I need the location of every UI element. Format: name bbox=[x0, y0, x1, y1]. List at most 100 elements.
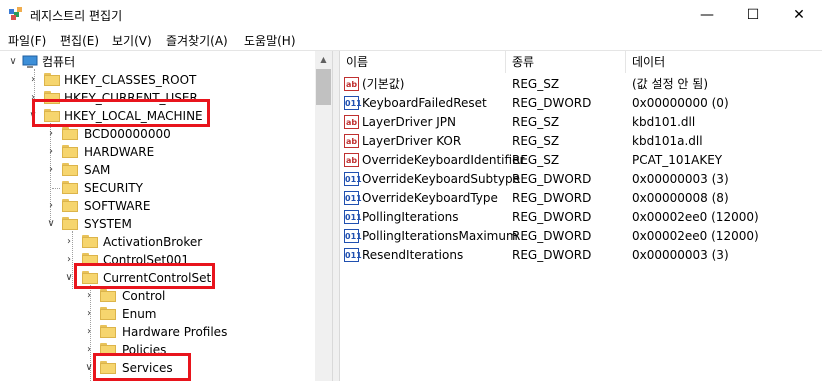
tree-line bbox=[52, 188, 60, 189]
folder-icon bbox=[62, 127, 78, 140]
column-header-name[interactable]: 이름 bbox=[340, 51, 506, 73]
tree-node-hardware[interactable]: › HARDWARE bbox=[0, 143, 300, 161]
tree-node-sam[interactable]: › SAM bbox=[0, 161, 300, 179]
value-data: (값 설정 안 됨) bbox=[632, 77, 709, 91]
value-type: REG_SZ bbox=[512, 115, 560, 129]
computer-icon bbox=[22, 55, 38, 68]
expand-icon[interactable]: › bbox=[46, 163, 56, 177]
string-value-icon: ab bbox=[344, 77, 359, 91]
binary-value-icon: 011 bbox=[344, 210, 362, 224]
tree-node-label: SOFTWARE bbox=[84, 199, 151, 213]
value-name: KeyboardFailedReset bbox=[362, 96, 487, 110]
expand-icon[interactable]: › bbox=[46, 145, 56, 159]
tree-node-hkey-classes-root[interactable]: › HKEY_CLASSES_ROOT bbox=[0, 71, 300, 89]
scroll-up-icon[interactable]: ▲ bbox=[315, 51, 332, 68]
value-data: 0x00002ee0 (12000) bbox=[632, 210, 759, 224]
folder-icon bbox=[100, 307, 116, 320]
value-row[interactable]: 011 PollingIterations REG_DWORD 0x00002e… bbox=[340, 208, 822, 227]
pane-splitter[interactable] bbox=[332, 51, 340, 381]
tree-node-label: SYSTEM bbox=[84, 217, 132, 231]
value-row[interactable]: 011 OverrideKeyboardSubtype REG_DWORD 0x… bbox=[340, 170, 822, 189]
tree-node-label: BCD00000000 bbox=[84, 127, 171, 141]
menu-edit[interactable]: 편집(E) bbox=[60, 32, 99, 49]
minimize-button[interactable]: — bbox=[684, 0, 730, 30]
tree-node-label: HARDWARE bbox=[84, 145, 155, 159]
highlight-box-currentcontrolset bbox=[74, 263, 215, 289]
collapse-icon[interactable]: ∨ bbox=[46, 217, 56, 231]
tree-node-bcd[interactable]: › BCD00000000 bbox=[0, 125, 300, 143]
value-row[interactable]: 011 ResendIterations REG_DWORD 0x0000000… bbox=[340, 246, 822, 265]
collapse-icon[interactable]: ∨ bbox=[8, 55, 18, 69]
value-name: ResendIterations bbox=[362, 248, 464, 262]
expand-icon[interactable]: › bbox=[64, 253, 74, 267]
binary-value-icon: 011 bbox=[344, 172, 362, 186]
tree-node-label: 컴퓨터 bbox=[42, 55, 76, 69]
value-type: REG_DWORD bbox=[512, 210, 592, 224]
value-data: 0x00002ee0 (12000) bbox=[632, 229, 759, 243]
menu-view[interactable]: 보기(V) bbox=[112, 32, 152, 49]
menu-help[interactable]: 도움말(H) bbox=[244, 32, 296, 49]
expand-icon[interactable]: › bbox=[84, 325, 94, 339]
value-row[interactable]: ab LayerDriver JPN REG_SZ kbd101.dll bbox=[340, 113, 822, 132]
key-tree[interactable]: ∨ 컴퓨터 › HKEY_CLASSES_ROOT › HKEY_CURRENT… bbox=[0, 51, 315, 381]
string-value-icon: ab bbox=[344, 153, 359, 167]
value-type: REG_SZ bbox=[512, 153, 560, 167]
value-row[interactable]: 011 OverrideKeyboardType REG_DWORD 0x000… bbox=[340, 189, 822, 208]
folder-icon bbox=[62, 145, 78, 158]
value-data: kbd101.dll bbox=[632, 115, 696, 129]
binary-value-icon: 011 bbox=[344, 96, 362, 110]
value-name: PollingIterationsMaximum bbox=[362, 229, 518, 243]
expand-icon[interactable]: › bbox=[46, 199, 56, 213]
value-type: REG_DWORD bbox=[512, 229, 592, 243]
values-list[interactable]: 이름 종류 데이터 ab (기본값) REG_SZ (값 설정 안 됨) 011… bbox=[340, 51, 822, 381]
window-title: 레지스트리 편집기 bbox=[30, 9, 123, 23]
maximize-icon: ☐ bbox=[746, 7, 760, 23]
tree-node-control[interactable]: › Control bbox=[0, 287, 300, 305]
value-name: LayerDriver KOR bbox=[362, 134, 462, 148]
close-icon: ✕ bbox=[793, 7, 805, 23]
value-row[interactable]: ab (기본값) REG_SZ (값 설정 안 됨) bbox=[340, 75, 822, 94]
column-header-data[interactable]: 데이터 bbox=[626, 51, 822, 73]
binary-value-icon: 011 bbox=[344, 191, 362, 205]
expand-icon[interactable]: › bbox=[46, 127, 56, 141]
expand-icon[interactable]: › bbox=[28, 73, 38, 87]
scroll-thumb[interactable] bbox=[316, 69, 331, 105]
tree-node-system[interactable]: ∨ SYSTEM bbox=[0, 215, 300, 233]
column-header-type[interactable]: 종류 bbox=[506, 51, 626, 73]
folder-icon bbox=[62, 163, 78, 176]
tree-node-label: ActivationBroker bbox=[103, 235, 203, 249]
value-row[interactable]: ab LayerDriver KOR REG_SZ kbd101a.dll bbox=[340, 132, 822, 151]
menu-favorites[interactable]: 즐겨찾기(A) bbox=[166, 32, 228, 49]
folder-icon bbox=[62, 181, 78, 194]
collapse-icon[interactable]: ∨ bbox=[64, 271, 74, 285]
close-button[interactable]: ✕ bbox=[776, 0, 822, 30]
expand-icon[interactable]: › bbox=[84, 289, 94, 303]
tree-node-hardware-profiles[interactable]: › Hardware Profiles bbox=[0, 323, 300, 341]
tree-node-label: HKEY_CLASSES_ROOT bbox=[64, 73, 197, 87]
string-value-icon: ab bbox=[344, 134, 359, 148]
maximize-button[interactable]: ☐ bbox=[730, 0, 776, 30]
value-row[interactable]: 011 KeyboardFailedReset REG_DWORD 0x0000… bbox=[340, 94, 822, 113]
value-row[interactable]: ab OverrideKeyboardIdentifier REG_SZ PCA… bbox=[340, 151, 822, 170]
tree-node-computer[interactable]: ∨ 컴퓨터 bbox=[0, 53, 300, 71]
expand-icon[interactable]: › bbox=[64, 235, 74, 249]
value-row[interactable]: 011 PollingIterationsMaximum REG_DWORD 0… bbox=[340, 227, 822, 246]
highlight-box-hklm bbox=[32, 99, 210, 127]
highlight-box-services bbox=[93, 353, 191, 381]
folder-icon bbox=[62, 199, 78, 212]
value-data: 0x00000000 (0) bbox=[632, 96, 729, 110]
tree-scrollbar[interactable]: ▲ bbox=[315, 51, 332, 381]
tree-node-label: SAM bbox=[84, 163, 111, 177]
value-name: OverrideKeyboardType bbox=[362, 191, 498, 205]
menu-file[interactable]: 파일(F) bbox=[8, 32, 46, 49]
tree-node-enum[interactable]: › Enum bbox=[0, 305, 300, 323]
tree-node-software[interactable]: › SOFTWARE bbox=[0, 197, 300, 215]
expand-icon[interactable]: › bbox=[84, 307, 94, 321]
folder-icon bbox=[62, 217, 78, 230]
value-type: REG_SZ bbox=[512, 77, 560, 91]
tree-node-activationbroker[interactable]: › ActivationBroker bbox=[0, 233, 300, 251]
tree-node-security[interactable]: SECURITY bbox=[0, 179, 300, 197]
value-name: PollingIterations bbox=[362, 210, 459, 224]
value-type: REG_DWORD bbox=[512, 96, 592, 110]
regedit-app-icon bbox=[9, 7, 22, 20]
